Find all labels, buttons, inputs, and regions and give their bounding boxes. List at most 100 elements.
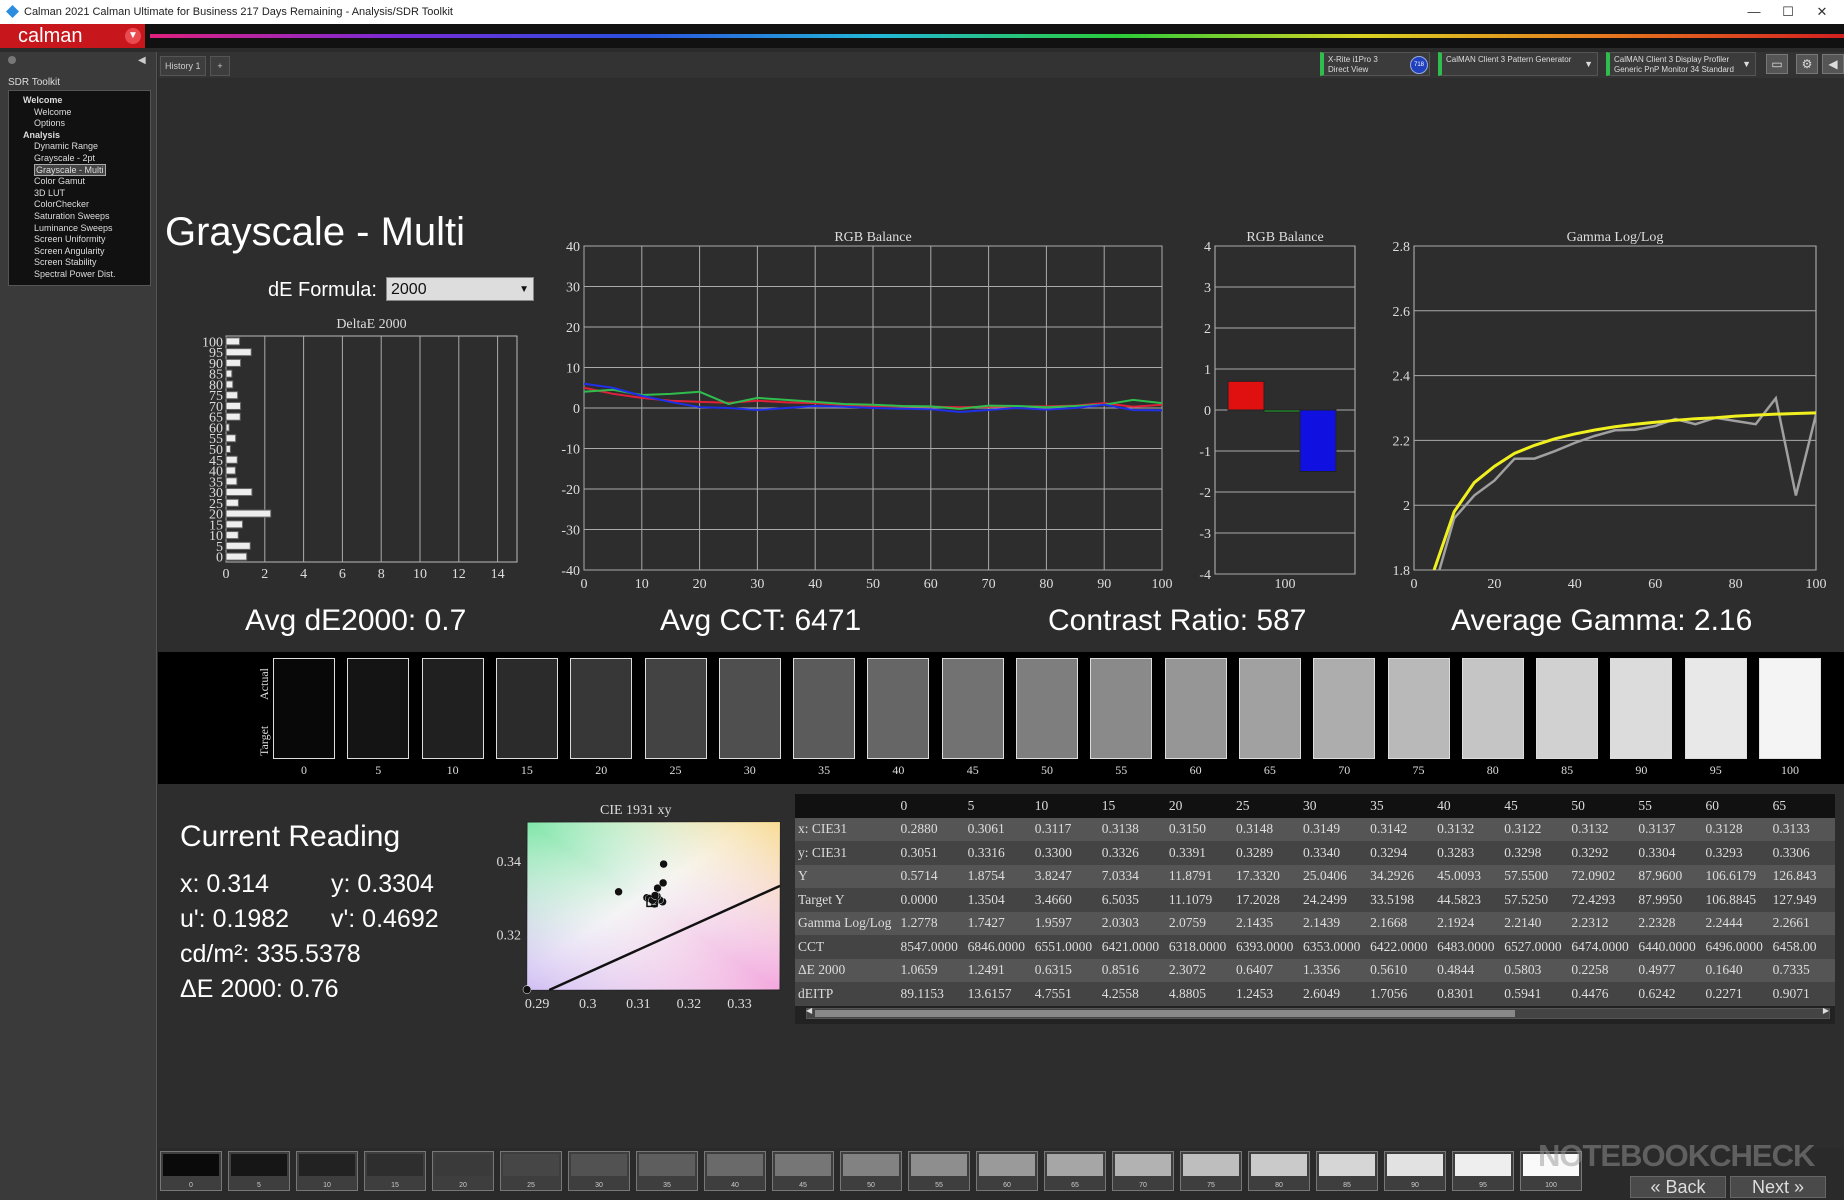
pattern-swatch-button[interactable]: 20 <box>432 1151 494 1191</box>
table-cell: 0.3340 <box>1300 841 1368 865</box>
cie-1931-chart: 0.29 0.3 0.31 0.32 0.33 0.32 0.34 <box>497 821 781 1012</box>
reading-luminance: cd/m²: 335.5378 <box>180 940 361 968</box>
pattern-swatch-button[interactable]: 30 <box>568 1151 630 1191</box>
table-cell: 6551.0000 <box>1031 935 1099 959</box>
gamma-chart: Gamma Log/Log 1.8 2 2.2 2.4 2.6 2.8 0 20 40 60 80 10… <box>1393 230 1827 592</box>
pattern-swatch-button[interactable]: 25 <box>500 1151 562 1191</box>
pattern-swatch-label: 65 <box>1071 1182 1079 1189</box>
display-profiler-selector[interactable]: CalMAN Client 3 Display Profiler Generic… <box>1606 52 1756 76</box>
table-scrollbar[interactable]: ◀ ▶ <box>806 1006 1830 1019</box>
pattern-swatch-button[interactable]: 55 <box>908 1151 970 1191</box>
tree-item[interactable]: Welcome <box>15 95 144 107</box>
tab-history-1[interactable]: History 1 <box>160 56 206 76</box>
y-tick-label: -3 <box>1199 527 1211 542</box>
de-formula-label: dE Formula: <box>268 279 377 301</box>
scroll-left-icon[interactable]: ◀ <box>806 1006 812 1015</box>
calman-logo[interactable]: calman ▼ <box>0 24 145 48</box>
window-title: Calman 2021 Calman Ultimate for Business… <box>24 6 453 18</box>
table-cell: 0.1640 <box>1702 958 1770 982</box>
page-title: Grayscale - Multi <box>165 210 466 254</box>
pattern-swatch-button[interactable]: 95 <box>1452 1151 1514 1191</box>
tree-item[interactable]: Luminance Sweeps <box>15 223 144 235</box>
x-tick-label: 70 <box>982 577 996 592</box>
collapse-sidebar-icon[interactable]: ◀ <box>138 55 146 66</box>
swatch-label: 15 <box>520 763 533 777</box>
swatch-label: 45 <box>966 763 979 777</box>
pattern-swatch-button[interactable]: 85 <box>1316 1151 1378 1191</box>
tree-item[interactable]: Analysis <box>15 130 144 142</box>
table-cell: 0.3133 <box>1769 817 1835 841</box>
swatch-label: 70 <box>1338 763 1351 777</box>
table-cell: 0.8516 <box>1098 958 1166 982</box>
pattern-swatch-button[interactable]: 0 <box>160 1151 222 1191</box>
table-cell: 1.7427 <box>964 911 1032 935</box>
de-bar <box>225 369 233 378</box>
notebookcheck-watermark: NOTEBOOKCHECK <box>1538 1138 1815 1173</box>
table-cell: 2.0759 <box>1165 911 1233 935</box>
pattern-swatch-button[interactable]: 65 <box>1044 1151 1106 1191</box>
pattern-swatch-button[interactable]: 80 <box>1248 1151 1310 1191</box>
tree-item[interactable]: ColorChecker <box>15 199 144 211</box>
collapse-right-icon[interactable]: ◀ <box>1822 54 1844 74</box>
pattern-swatch-button[interactable]: 70 <box>1112 1151 1174 1191</box>
pattern-swatch-button[interactable]: 75 <box>1180 1151 1242 1191</box>
scroll-right-icon[interactable]: ▶ <box>1823 1006 1829 1015</box>
tree-item[interactable]: Grayscale - Multi <box>15 163 144 177</box>
y-tick-label: -40 <box>561 564 580 579</box>
table-cell: 0.3142 <box>1367 817 1435 841</box>
tree-item[interactable]: Welcome <box>15 107 144 119</box>
swatch-label: 90 <box>1635 763 1648 777</box>
x-tick-label: 6 <box>339 567 346 582</box>
add-tab-button[interactable]: + <box>210 56 230 76</box>
tree-item[interactable]: Dynamic Range <box>15 141 144 153</box>
swatch-label: 75 <box>1412 763 1425 777</box>
pattern-swatch-button[interactable]: 45 <box>772 1151 834 1191</box>
display-icon[interactable]: ▭ <box>1766 54 1788 74</box>
table-cell: 6393.0000 <box>1232 935 1301 959</box>
tree-item[interactable]: 3D LUT <box>15 188 144 200</box>
pattern-swatch-label: 95 <box>1479 1182 1487 1189</box>
meter-badge[interactable]: 718 <box>1410 56 1428 74</box>
tree-item[interactable]: Saturation Sweeps <box>15 211 144 223</box>
close-button[interactable]: ✕ <box>1802 0 1842 24</box>
x-tick-label: 100 <box>1806 577 1827 592</box>
table-cell: 17.2028 <box>1232 888 1301 912</box>
y-tick-label: -30 <box>561 524 580 539</box>
swatch-label: 80 <box>1486 763 1499 777</box>
tree-item[interactable]: Spectral Power Dist. <box>15 269 144 281</box>
pattern-generator-selector[interactable]: CalMAN Client 3 Pattern Generator ▼ <box>1438 52 1598 76</box>
tree-item[interactable]: Screen Angularity <box>15 246 144 258</box>
tree-item[interactable]: Screen Stability <box>15 257 144 269</box>
pattern-swatch-button[interactable]: 35 <box>636 1151 698 1191</box>
x-tick-label: 20 <box>1487 577 1501 592</box>
x-tick-label: 0 <box>223 567 230 582</box>
pattern-swatch-label: 55 <box>935 1182 943 1189</box>
column-header: 10 <box>1031 794 1099 818</box>
pattern-swatch-button[interactable]: 50 <box>840 1151 902 1191</box>
deltae-chart-title: DeltaE 2000 <box>336 317 406 332</box>
table-cell: 1.2453 <box>1232 982 1301 1006</box>
de-formula-select[interactable]: 2000 ▼ <box>386 277 534 301</box>
tree-item[interactable]: Screen Uniformity <box>15 234 144 246</box>
tree-item[interactable]: Color Gamut <box>15 176 144 188</box>
tree-item[interactable]: Grayscale - 2pt <box>15 153 144 165</box>
pattern-swatch-button[interactable]: 10 <box>296 1151 358 1191</box>
gear-icon[interactable]: ⚙ <box>1796 54 1818 74</box>
pattern-swatch-button[interactable]: 90 <box>1384 1151 1446 1191</box>
pattern-swatch-button[interactable]: 60 <box>976 1151 1038 1191</box>
current-reading-panel: Current Reading <box>180 820 400 854</box>
tree-item[interactable]: Options <box>15 118 144 130</box>
table-cell: 0.5803 <box>1501 958 1569 982</box>
table-cell: 2.2328 <box>1635 911 1703 935</box>
back-button[interactable]: « Back <box>1630 1176 1726 1198</box>
next-button[interactable]: Next » <box>1730 1176 1826 1198</box>
pattern-swatch-button[interactable]: 40 <box>704 1151 766 1191</box>
x-tick-label: 14 <box>491 567 505 582</box>
pattern-swatch-button[interactable]: 15 <box>364 1151 426 1191</box>
scrollbar-thumb[interactable] <box>815 1010 1515 1017</box>
de-bar <box>225 509 272 518</box>
grayscale-swatch <box>495 658 558 759</box>
table-cell: 0.3391 <box>1165 841 1233 865</box>
pattern-swatch-button[interactable]: 5 <box>228 1151 290 1191</box>
chevron-down-icon[interactable]: ▼ <box>125 28 141 44</box>
